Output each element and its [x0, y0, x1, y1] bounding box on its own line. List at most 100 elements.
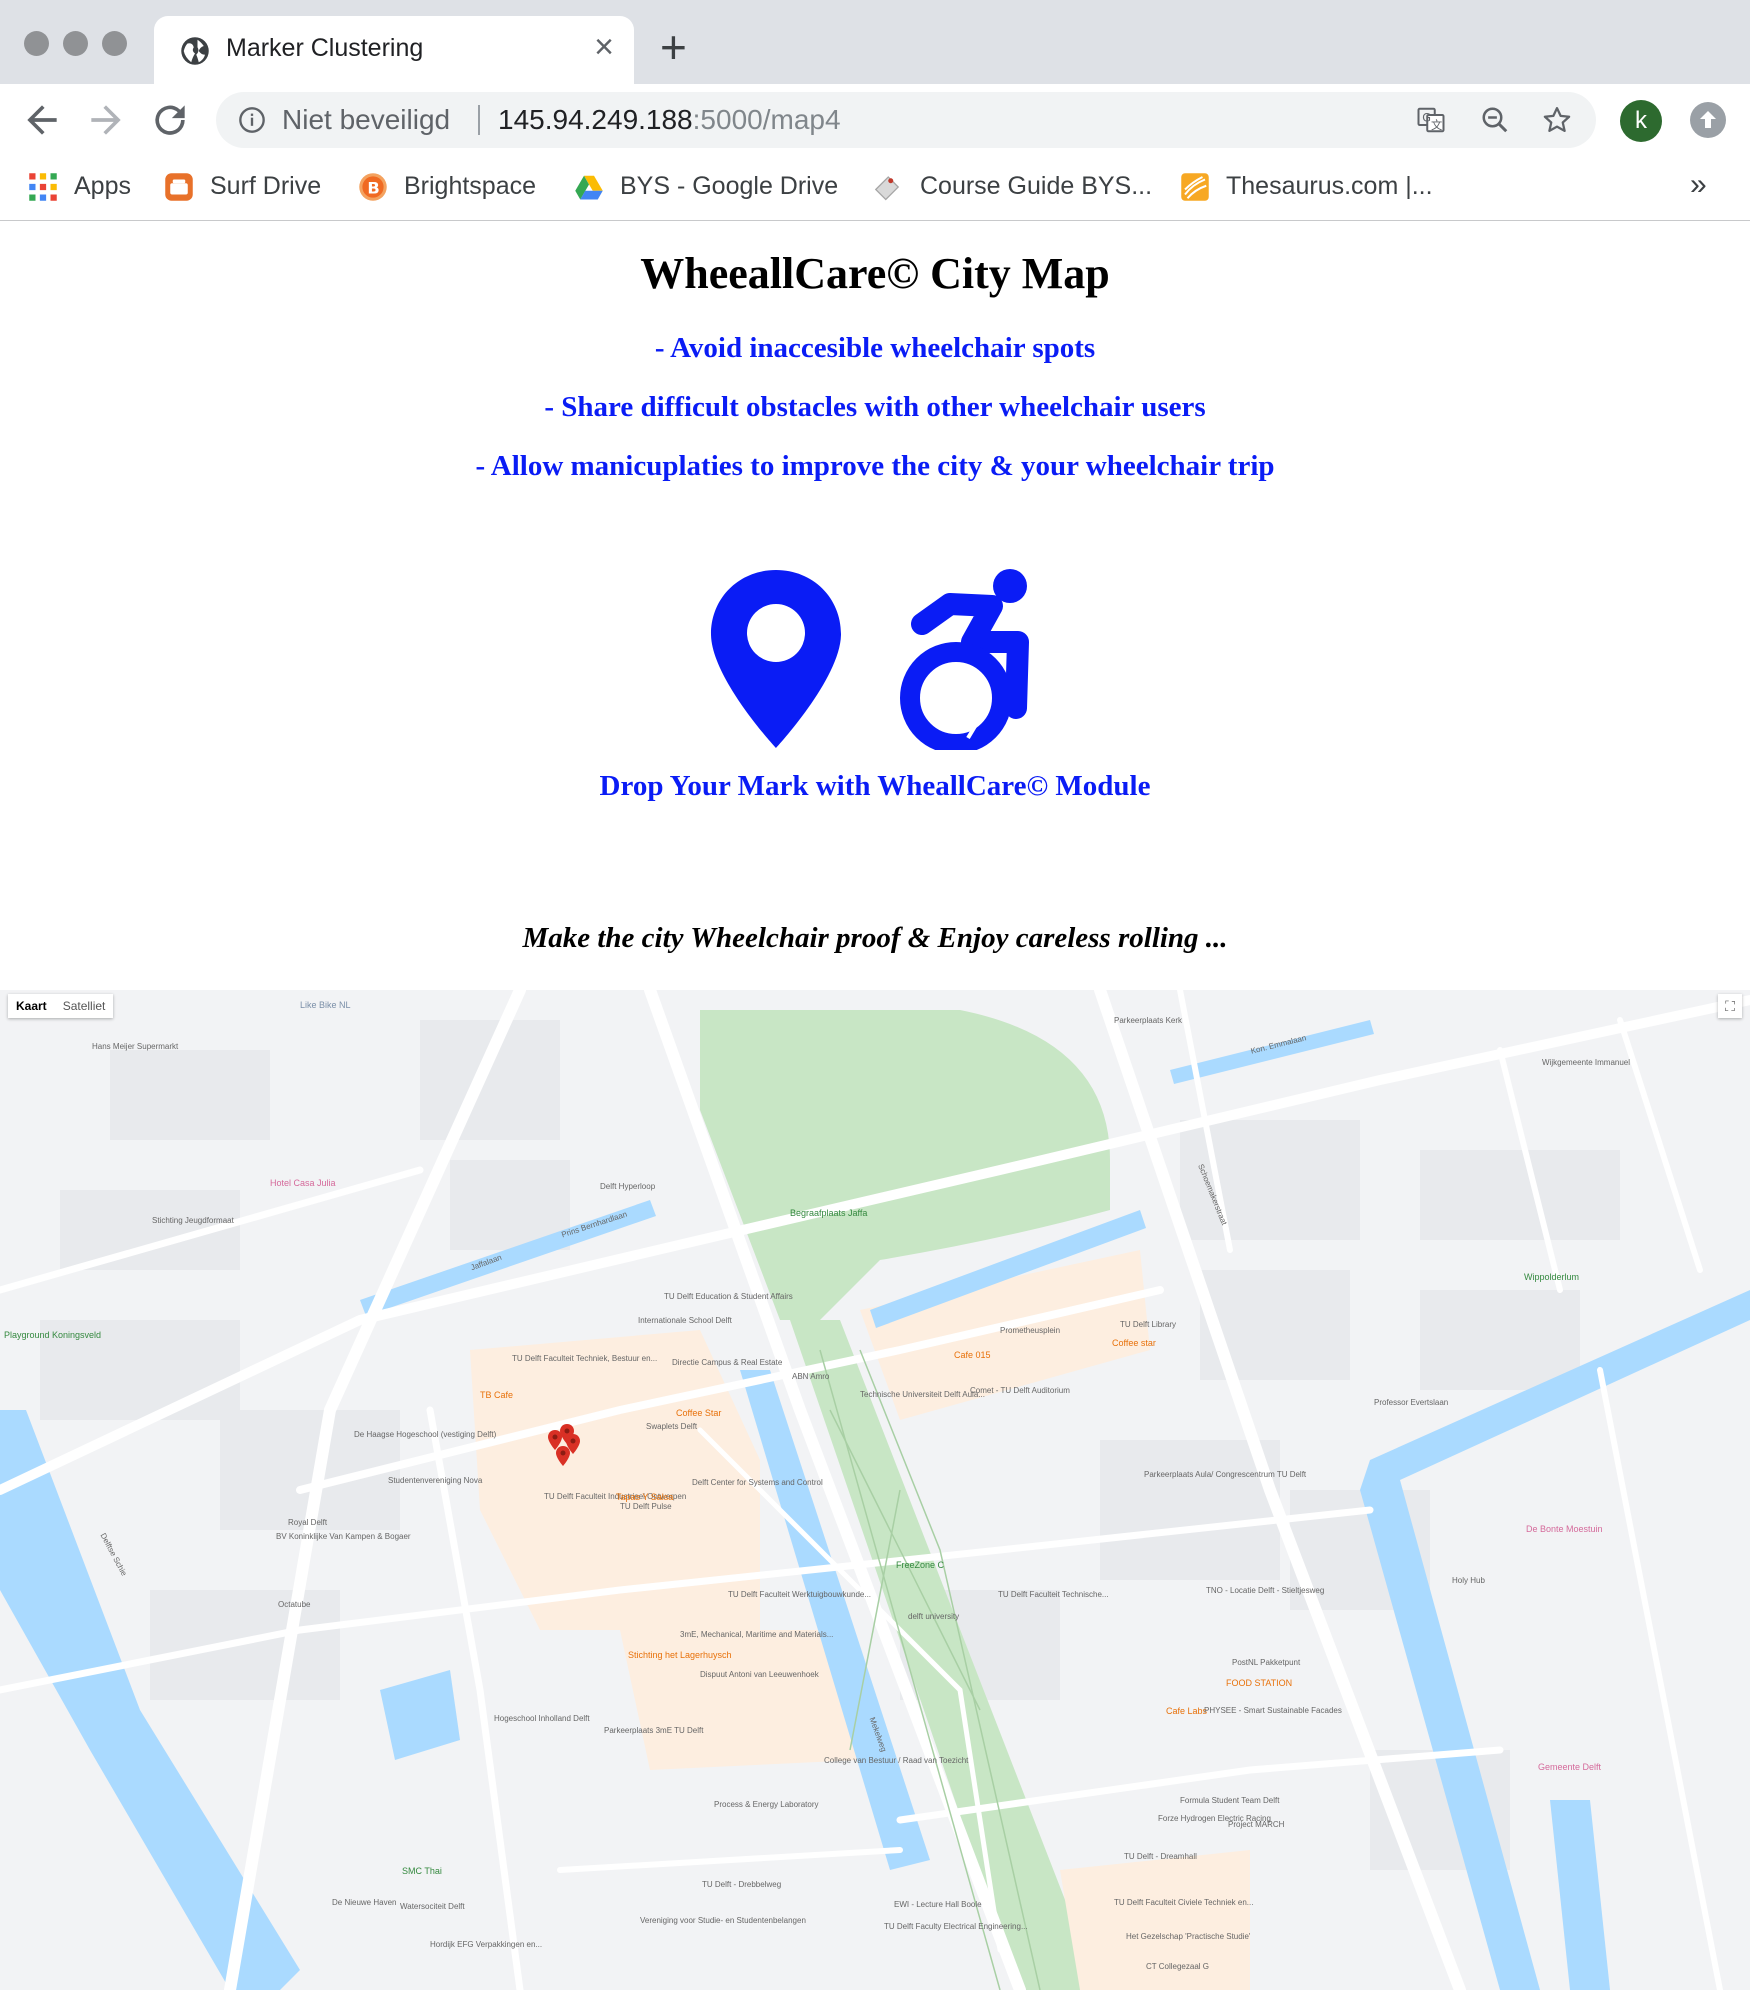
close-tab-icon[interactable]: ×: [594, 30, 614, 64]
map-poi[interactable]: Het Gezelschap 'Practische Studie': [1126, 1932, 1250, 1941]
map-poi[interactable]: TU Delft - Drebbelweg: [702, 1880, 781, 1889]
map-poi[interactable]: Cafe 015: [954, 1350, 991, 1360]
map-poi[interactable]: Hotel Casa Julia: [270, 1178, 336, 1188]
map-poi[interactable]: Delft Center for Systems and Control: [692, 1478, 823, 1487]
bookmark-apps[interactable]: Apps: [28, 166, 138, 206]
bookmark-bys-google-drive[interactable]: BYS - Google Drive: [574, 166, 844, 206]
map-poi[interactable]: Directie Campus & Real Estate: [672, 1358, 782, 1367]
forward-arrow-icon[interactable]: [84, 98, 128, 142]
map-poi[interactable]: Octatube: [278, 1600, 310, 1609]
map-poi[interactable]: CT Collegezaal G: [1146, 1962, 1209, 1971]
map-poi[interactable]: Wijkgemeente Immanuel: [1542, 1058, 1630, 1067]
map-poi[interactable]: Tapas Y Salsa: [616, 1492, 673, 1502]
map-poi[interactable]: SMC Thai: [402, 1866, 442, 1876]
bookmark-star-icon[interactable]: [1542, 105, 1572, 135]
map-poi[interactable]: BV Koninklijke Van Kampen & Bogaer: [276, 1532, 411, 1541]
map-poi[interactable]: Royal Delft: [288, 1518, 327, 1527]
address-bar[interactable]: Niet beveiligd 145.94.249.188:5000/map4 …: [216, 92, 1596, 148]
profile-avatar[interactable]: k: [1620, 100, 1662, 142]
map-poi[interactable]: TU Delft Faculteit Werktuigbouwkunde...: [728, 1590, 871, 1599]
map-poi[interactable]: TNO - Locatie Delft - Stieltjesweg: [1206, 1586, 1324, 1595]
map-poi[interactable]: Coffee star: [1112, 1338, 1156, 1348]
map-poi[interactable]: Technische Universiteit Delft Aula...: [860, 1390, 985, 1399]
new-tab-button[interactable]: +: [660, 24, 687, 70]
map-poi[interactable]: EWI - Lecture Hall Boole: [894, 1900, 982, 1909]
translate-icon[interactable]: G 文: [1416, 105, 1446, 135]
info-icon[interactable]: [238, 106, 266, 134]
map-poi[interactable]: Internationale School Delft: [638, 1316, 732, 1325]
back-arrow-icon[interactable]: [20, 98, 64, 142]
map-poi[interactable]: Watersociteit Delft: [400, 1902, 465, 1911]
map-poi[interactable]: De Bonte Moestuin: [1526, 1524, 1603, 1534]
map-poi[interactable]: Swaplets Delft: [646, 1422, 697, 1431]
bookmark-thesaurus[interactable]: Thesaurus.com |...: [1180, 166, 1450, 206]
map-poi[interactable]: TB Cafe: [480, 1390, 513, 1400]
map-poi[interactable]: TU Delft Library: [1120, 1320, 1176, 1329]
map-poi[interactable]: Dispuut Antoni van Leeuwenhoek: [700, 1670, 819, 1679]
map-poi[interactable]: Parkeerplaats 3mE TU Delft: [604, 1726, 703, 1735]
map-poi[interactable]: TU Delft Faculty Electrical Engineering.…: [884, 1922, 1028, 1931]
maximize-window-button[interactable]: [102, 31, 127, 56]
fullscreen-icon[interactable]: ⛶: [1718, 994, 1742, 1018]
map-poi[interactable]: TU Delft Education & Student Affairs: [664, 1292, 793, 1301]
map-poi[interactable]: Stichting Jeugdformaat: [152, 1216, 234, 1225]
map-poi[interactable]: De Nieuwe Haven: [332, 1898, 396, 1907]
map-poi[interactable]: Hogeschool Inholland Delft: [494, 1714, 590, 1723]
map-poi[interactable]: Coffee Star: [676, 1408, 721, 1418]
module-link[interactable]: Drop Your Mark with WheallCare© Module: [0, 770, 1750, 803]
zoom-out-icon[interactable]: [1480, 105, 1510, 135]
map-poi[interactable]: Formula Student Team Delft: [1180, 1796, 1279, 1805]
update-icon[interactable]: [1690, 102, 1726, 138]
browser-tab[interactable]: Marker Clustering ×: [154, 16, 634, 84]
map-poi[interactable]: Delft Hyperloop: [600, 1182, 655, 1191]
map-poi[interactable]: Hans Meijer Supermarkt: [92, 1042, 178, 1051]
map-type-satellite-button[interactable]: Satelliet: [55, 994, 114, 1018]
map-poi[interactable]: Studentenvereniging Nova: [388, 1476, 482, 1485]
map-canvas[interactable]: [0, 990, 1750, 1990]
map-poi[interactable]: Playground Koningsveld: [4, 1330, 101, 1340]
map-poi[interactable]: TU Delft Faculteit Technische...: [998, 1590, 1109, 1599]
map-poi[interactable]: PHYSEE - Smart Sustainable Facades: [1204, 1706, 1342, 1715]
map-poi[interactable]: FOOD STATION: [1226, 1678, 1292, 1688]
map-poi[interactable]: Begraafplaats Jaffa: [790, 1208, 867, 1218]
map-poi[interactable]: Stichting het Lagerhuysch: [628, 1650, 732, 1660]
map-poi[interactable]: Prometheusplein: [1000, 1326, 1060, 1335]
map-poi[interactable]: TU Delft Faculteit Civiele Techniek en..…: [1114, 1898, 1253, 1907]
bookmark-brightspace[interactable]: B Brightspace: [358, 166, 548, 206]
map-poi[interactable]: Parkeerplaats Aula/ Congrescentrum TU De…: [1144, 1470, 1306, 1479]
map-poi[interactable]: Vereniging voor Studie- en Studentenbela…: [640, 1916, 806, 1925]
map-poi[interactable]: Hordijk EFG Verpakkingen en...: [430, 1940, 542, 1949]
map-poi[interactable]: Cafe Labs: [1166, 1706, 1207, 1716]
map-poi[interactable]: TU Delft Pulse: [620, 1502, 672, 1511]
map-poi[interactable]: delft university: [908, 1612, 959, 1621]
map-poi[interactable]: PostNL Pakketpunt: [1232, 1658, 1300, 1667]
map-poi[interactable]: De Haagse Hogeschool (vestiging Delft): [354, 1430, 496, 1439]
map-poi[interactable]: Wippolderlum: [1524, 1272, 1579, 1282]
map-poi[interactable]: Comet - TU Delft Auditorium: [970, 1386, 1070, 1395]
map-poi[interactable]: Project MARCH: [1228, 1820, 1284, 1829]
map-poi[interactable]: ABN Amro: [792, 1372, 829, 1381]
map-poi[interactable]: College van Bestuur / Raad van Toezicht: [824, 1756, 968, 1765]
map-poi[interactable]: TU Delft - Dreamhall: [1124, 1852, 1197, 1861]
close-window-button[interactable]: [24, 31, 49, 56]
url-text: 145.94.249.188:5000/map4: [498, 104, 841, 136]
surfdrive-icon: [165, 173, 193, 201]
map-poi[interactable]: Like Bike NL: [300, 1000, 351, 1010]
bookmark-course-guide[interactable]: Course Guide BYS...: [872, 166, 1162, 206]
bookmark-surf-drive[interactable]: Surf Drive: [164, 166, 334, 206]
map-poi[interactable]: Process & Energy Laboratory: [714, 1800, 819, 1809]
minimize-window-button[interactable]: [63, 31, 88, 56]
reload-icon[interactable]: [148, 98, 192, 142]
map-poi[interactable]: Parkeerplaats Kerk: [1114, 1016, 1182, 1025]
map-type-map-button[interactable]: Kaart: [8, 994, 55, 1018]
map-poi[interactable]: TU Delft Faculteit Techniek, Bestuur en.…: [512, 1354, 657, 1363]
map-poi[interactable]: FreeZone C: [896, 1560, 944, 1570]
map-poi[interactable]: 3mE, Mechanical, Maritime and Materials.…: [680, 1630, 833, 1639]
map-poi[interactable]: Holy Hub: [1452, 1576, 1485, 1585]
map-poi[interactable]: Gemeente Delft: [1538, 1762, 1601, 1772]
map-type-control: Kaart Satelliet: [8, 994, 114, 1018]
more-bookmarks-chevron-icon[interactable]: »: [1690, 168, 1707, 202]
map-marker[interactable]: [556, 1446, 570, 1466]
tab-title: Marker Clustering: [226, 34, 424, 62]
google-map[interactable]: Kaart Satelliet ⛶ Like Bike NL Hans Meije…: [0, 990, 1750, 1990]
